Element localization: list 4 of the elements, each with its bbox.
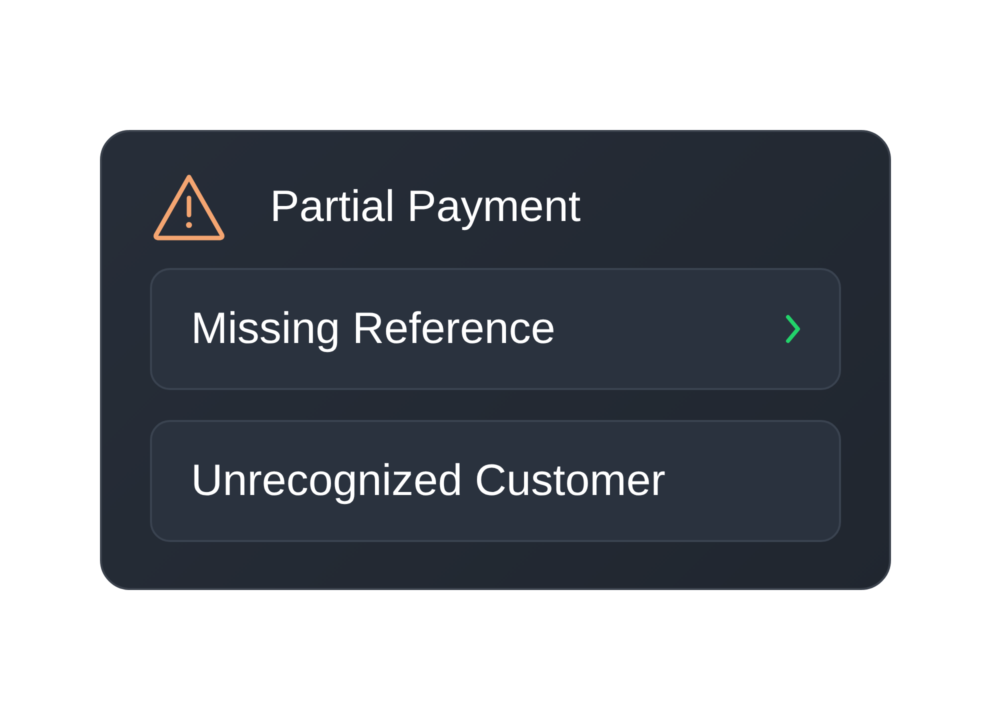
- warning-icon: [152, 173, 226, 241]
- issue-item[interactable]: Unrecognized Customer: [150, 420, 841, 542]
- alert-title: Partial Payment: [270, 182, 581, 232]
- issue-item[interactable]: Missing Reference: [150, 268, 841, 390]
